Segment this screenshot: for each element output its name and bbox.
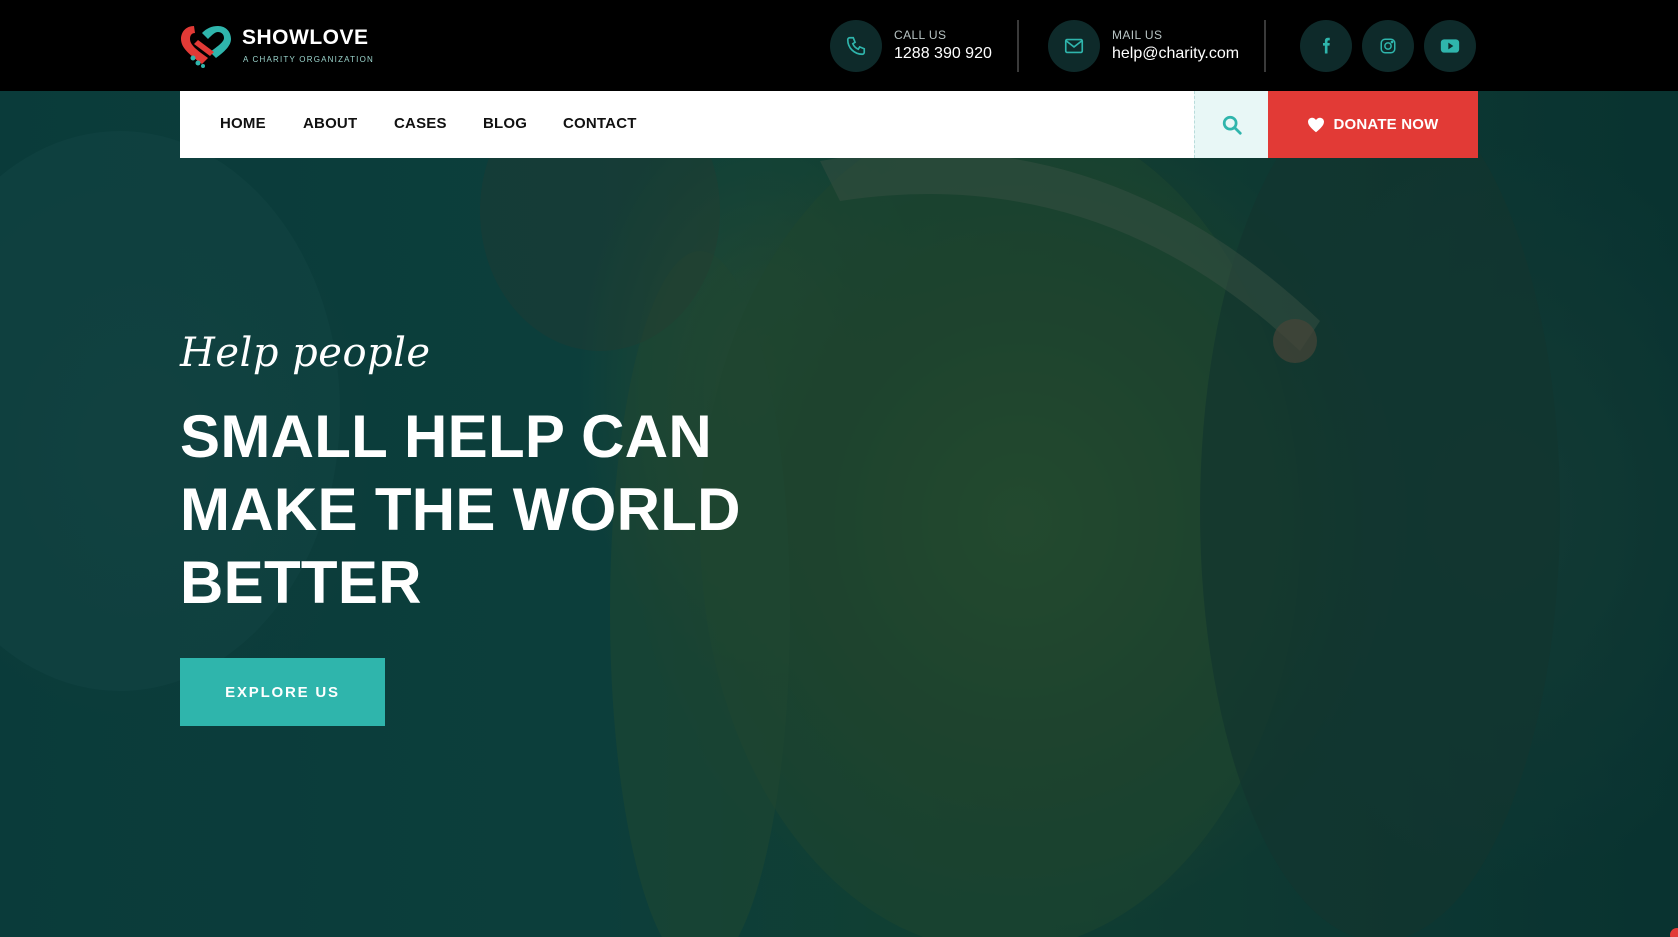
main-navigation: HOME ABOUT CASES BLOG CONTACT DONATE NOW <box>180 91 1478 158</box>
call-us-block[interactable]: CALL US 1288 390 920 <box>830 20 1000 72</box>
brand-name: SHOWLOVE <box>242 26 369 49</box>
nav-contact[interactable]: CONTACT <box>563 115 637 132</box>
donate-now-label: DONATE NOW <box>1333 116 1439 133</box>
brand-tagline: A CHARITY ORGANIZATION <box>243 55 375 64</box>
email-address[interactable]: help@charity.com <box>1112 45 1239 63</box>
call-us-label: CALL US <box>894 28 947 42</box>
mail-us-label: MAIL US <box>1112 28 1163 42</box>
divider <box>1017 20 1019 72</box>
nav-about[interactable]: ABOUT <box>303 115 357 132</box>
handshake-heart-icon <box>181 26 231 68</box>
heart-icon <box>1308 117 1325 132</box>
explore-us-button[interactable]: EXPLORE US <box>180 658 385 726</box>
nav-blog[interactable]: BLOG <box>483 115 527 132</box>
scroll-indicator[interactable] <box>1670 928 1678 937</box>
divider <box>1264 20 1266 72</box>
phone-icon <box>830 20 882 72</box>
instagram-icon[interactable] <box>1362 20 1414 72</box>
top-bar: SHOWLOVE A CHARITY ORGANIZATION CALL US … <box>0 0 1678 91</box>
youtube-icon[interactable] <box>1424 20 1476 72</box>
nav-cases[interactable]: CASES <box>394 115 447 132</box>
envelope-icon <box>1048 20 1100 72</box>
search-button[interactable] <box>1194 91 1268 158</box>
phone-number[interactable]: 1288 390 920 <box>894 45 992 63</box>
donate-now-button[interactable]: DONATE NOW <box>1268 91 1478 158</box>
mail-us-block[interactable]: MAIL US help@charity.com <box>1048 20 1248 72</box>
hero-script-text: Help people <box>180 330 431 376</box>
nav-home[interactable]: HOME <box>220 115 266 132</box>
search-icon <box>1222 115 1242 135</box>
brand-logo[interactable]: SHOWLOVE A CHARITY ORGANIZATION <box>180 20 380 70</box>
hero-headline: SMALL HELP CAN MAKE THE WORLD BETTER <box>180 403 741 616</box>
facebook-icon[interactable] <box>1300 20 1352 72</box>
